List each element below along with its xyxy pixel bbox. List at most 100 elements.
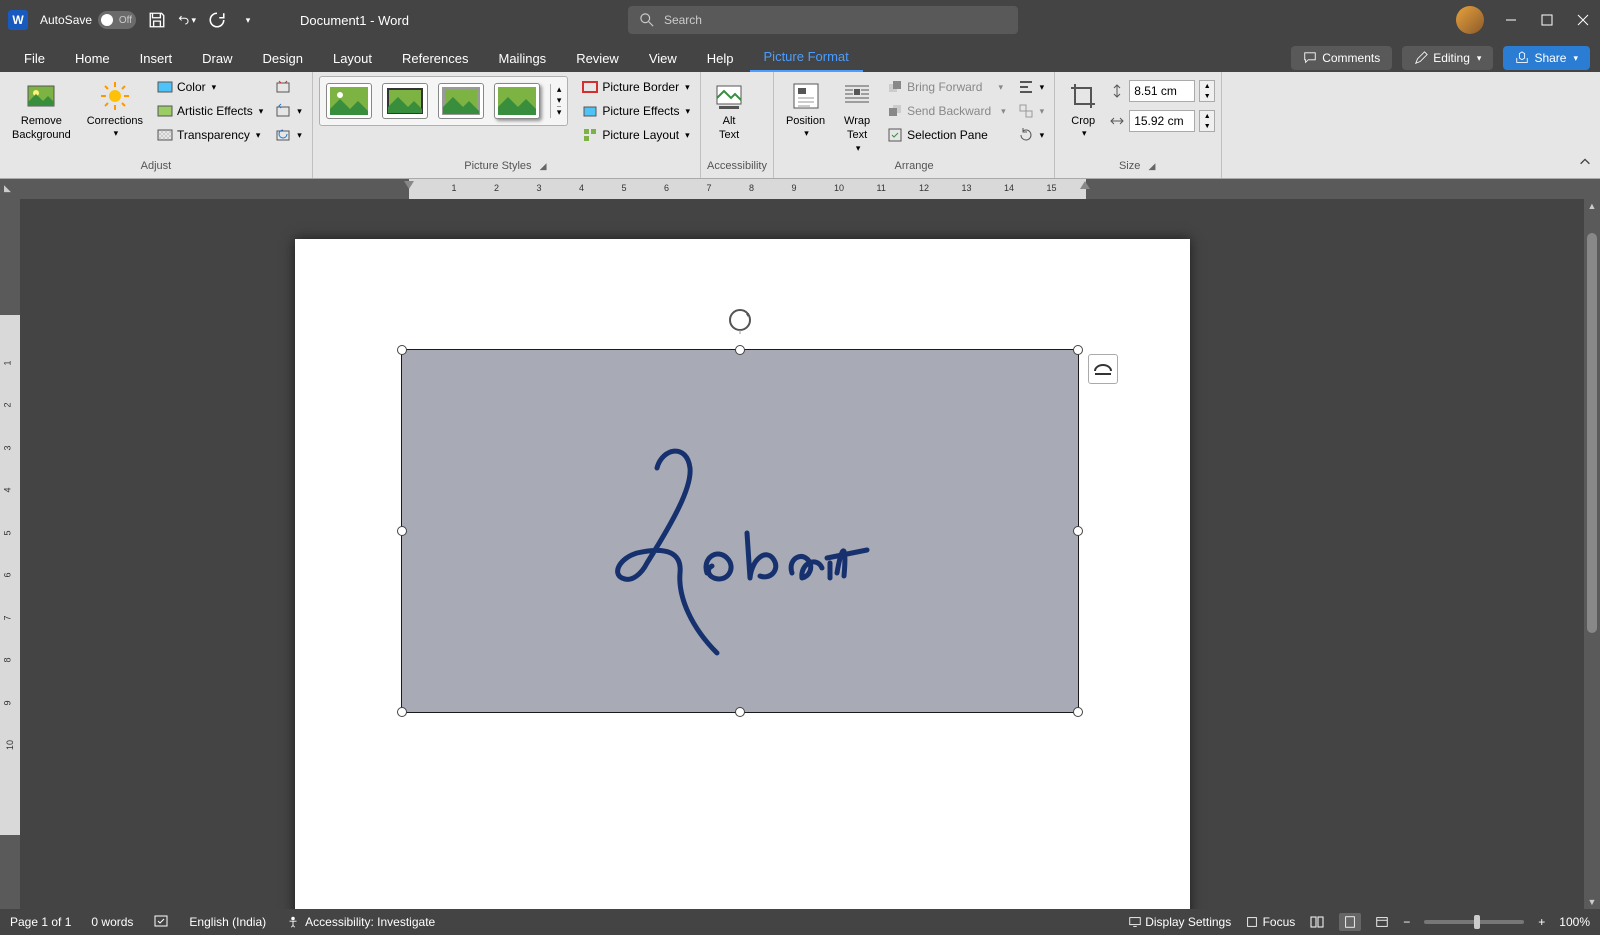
- maximize-button[interactable]: [1538, 11, 1556, 29]
- right-indent-marker[interactable]: [1080, 181, 1090, 191]
- spell-check-icon[interactable]: [153, 913, 169, 932]
- search-box[interactable]: Search: [628, 6, 1018, 34]
- tab-draw[interactable]: Draw: [188, 45, 246, 72]
- align-button[interactable]: ▾: [1014, 76, 1049, 98]
- tab-picture-format[interactable]: Picture Format: [750, 43, 863, 72]
- width-down[interactable]: ▼: [1200, 121, 1214, 131]
- height-down[interactable]: ▼: [1200, 91, 1214, 101]
- layout-options-button[interactable]: [1088, 354, 1118, 384]
- send-backward-button[interactable]: Send Backward▾: [883, 100, 1010, 122]
- picture-layout-button[interactable]: Picture Layout▾: [578, 124, 694, 146]
- artistic-effects-button[interactable]: Artistic Effects▾: [153, 100, 267, 122]
- width-input[interactable]: [1129, 110, 1195, 132]
- focus-button[interactable]: Focus: [1245, 915, 1295, 929]
- gallery-more-button[interactable]: ▴▾▾: [550, 84, 562, 118]
- resize-handle-bl[interactable]: [397, 707, 407, 717]
- resize-handle-tm[interactable]: [735, 345, 745, 355]
- left-indent-marker[interactable]: [404, 181, 414, 191]
- picture-effects-button[interactable]: Picture Effects▾: [578, 100, 694, 122]
- style-thumb-4[interactable]: [494, 83, 540, 119]
- tab-references[interactable]: References: [388, 45, 482, 72]
- tab-layout[interactable]: Layout: [319, 45, 386, 72]
- wrap-text-button[interactable]: Wrap Text▾: [835, 76, 879, 158]
- toggle-switch[interactable]: Off: [98, 11, 136, 29]
- zoom-slider-thumb[interactable]: [1474, 915, 1480, 929]
- qat-customize-icon[interactable]: ▾: [238, 11, 256, 29]
- resize-handle-mr[interactable]: [1073, 526, 1083, 536]
- language-status[interactable]: English (India): [189, 915, 266, 929]
- undo-icon[interactable]: ▾: [178, 11, 196, 29]
- display-settings-button[interactable]: Display Settings: [1128, 915, 1231, 929]
- styles-dialog-launcher[interactable]: ◢: [538, 161, 549, 171]
- crop-button[interactable]: Crop▾: [1061, 76, 1105, 144]
- tab-insert[interactable]: Insert: [126, 45, 187, 72]
- tab-mailings[interactable]: Mailings: [485, 45, 561, 72]
- zoom-level[interactable]: 100%: [1559, 915, 1590, 929]
- page-count[interactable]: Page 1 of 1: [10, 915, 71, 929]
- tab-home[interactable]: Home: [61, 45, 124, 72]
- zoom-in-button[interactable]: +: [1538, 915, 1545, 929]
- ribbon-collapse-button[interactable]: [1578, 155, 1592, 172]
- p-layout-label: Picture Layout: [602, 128, 679, 142]
- accessibility-status[interactable]: Accessibility: Investigate: [286, 915, 435, 929]
- rotate-button[interactable]: ▾: [1014, 124, 1049, 146]
- user-avatar[interactable]: [1456, 6, 1484, 34]
- resize-handle-bm[interactable]: [735, 707, 745, 717]
- share-button[interactable]: Share▾: [1503, 46, 1590, 70]
- style-thumb-1[interactable]: [326, 83, 372, 119]
- group-button[interactable]: ▾: [1014, 100, 1049, 122]
- scroll-down[interactable]: ▼: [1584, 895, 1600, 909]
- style-thumb-3[interactable]: [438, 83, 484, 119]
- web-layout-button[interactable]: [1375, 915, 1389, 929]
- tab-help[interactable]: Help: [693, 45, 748, 72]
- zoom-out-button[interactable]: −: [1403, 915, 1410, 929]
- print-layout-button[interactable]: [1339, 913, 1361, 931]
- resize-handle-tl[interactable]: [397, 345, 407, 355]
- comments-button[interactable]: Comments: [1291, 46, 1392, 70]
- selected-picture[interactable]: [401, 349, 1079, 713]
- tab-view[interactable]: View: [635, 45, 691, 72]
- resize-handle-ml[interactable]: [397, 526, 407, 536]
- height-input[interactable]: [1129, 80, 1195, 102]
- selection-pane-button[interactable]: Selection Pane: [883, 124, 1010, 146]
- compress-pictures-button[interactable]: [271, 76, 306, 98]
- position-button[interactable]: Position▾: [780, 76, 831, 144]
- corrections-button[interactable]: Corrections▾: [81, 76, 149, 144]
- zoom-slider[interactable]: [1424, 920, 1524, 924]
- width-up[interactable]: ▲: [1200, 111, 1214, 121]
- ruler-horizontal[interactable]: 123456789101112131415: [301, 179, 1196, 199]
- page-container[interactable]: [20, 199, 1584, 909]
- word-count[interactable]: 0 words: [91, 915, 133, 929]
- close-button[interactable]: [1574, 11, 1592, 29]
- transparency-button[interactable]: Transparency▾: [153, 124, 267, 146]
- picture-styles-gallery[interactable]: ▴▾▾: [319, 76, 569, 126]
- ruler-vertical[interactable]: 12345678910: [0, 199, 20, 909]
- ruler-h-mark: 13: [962, 183, 972, 193]
- vertical-scrollbar[interactable]: ▲ ▼: [1584, 199, 1600, 909]
- scroll-up[interactable]: ▲: [1584, 199, 1600, 213]
- read-mode-button[interactable]: [1309, 915, 1325, 929]
- minimize-button[interactable]: [1502, 11, 1520, 29]
- color-button[interactable]: Color▾: [153, 76, 267, 98]
- alt-text-button[interactable]: Alt Text: [707, 76, 751, 147]
- change-picture-button[interactable]: ▾: [271, 100, 306, 122]
- resize-handle-br[interactable]: [1073, 707, 1083, 717]
- height-up[interactable]: ▲: [1200, 81, 1214, 91]
- rotate-handle[interactable]: [726, 306, 754, 334]
- autosave-toggle[interactable]: AutoSave Off: [40, 11, 136, 29]
- style-thumb-2[interactable]: [382, 83, 428, 119]
- redo-icon[interactable]: [208, 11, 226, 29]
- document-page[interactable]: [295, 239, 1190, 909]
- tab-design[interactable]: Design: [249, 45, 317, 72]
- editing-mode-button[interactable]: Editing▾: [1402, 46, 1493, 70]
- reset-picture-button[interactable]: ▾: [271, 124, 306, 146]
- tab-file[interactable]: File: [10, 45, 59, 72]
- resize-handle-tr[interactable]: [1073, 345, 1083, 355]
- bring-forward-button[interactable]: Bring Forward▾: [883, 76, 1010, 98]
- picture-border-button[interactable]: Picture Border▾: [578, 76, 694, 98]
- remove-background-button[interactable]: Remove Background: [6, 76, 77, 147]
- save-icon[interactable]: [148, 11, 166, 29]
- scroll-thumb[interactable]: [1587, 233, 1597, 633]
- size-dialog-launcher[interactable]: ◢: [1147, 161, 1158, 171]
- tab-review[interactable]: Review: [562, 45, 633, 72]
